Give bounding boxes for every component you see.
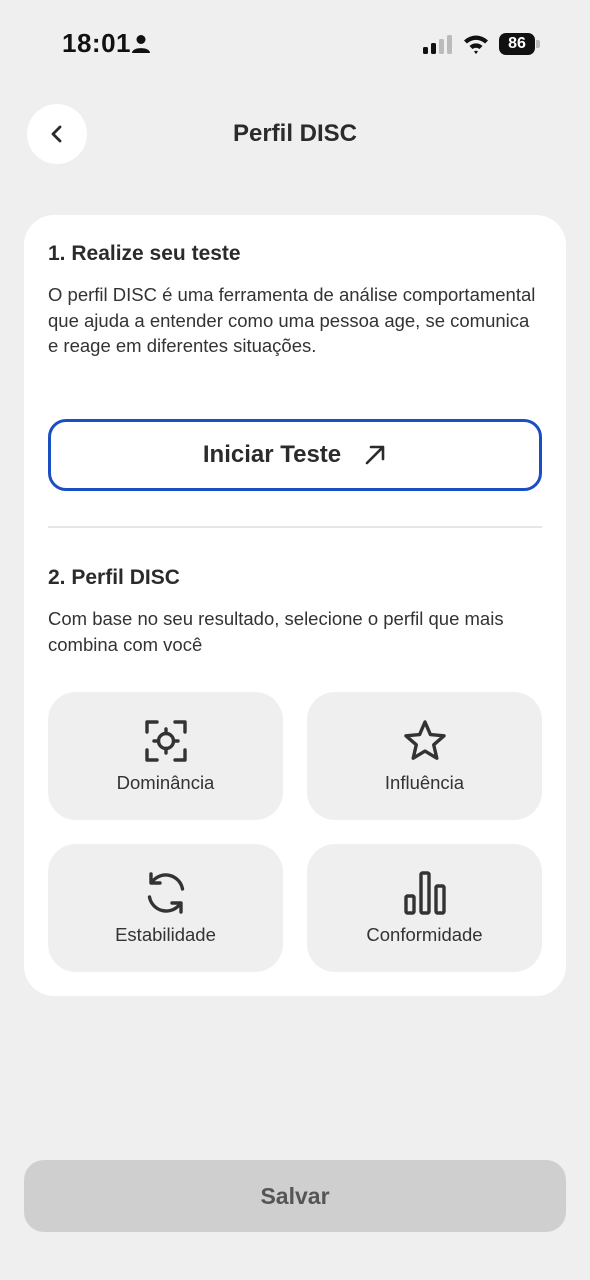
- cellular-signal-icon: [423, 35, 452, 54]
- save-button[interactable]: Salvar: [24, 1160, 566, 1232]
- person-icon: [132, 35, 150, 53]
- page-title: Perfil DISC: [232, 120, 358, 147]
- status-bar: 18:01 86: [0, 0, 590, 90]
- profile-option-label: Influência: [384, 772, 465, 793]
- section-1-title: 1. Realize seu teste: [48, 242, 241, 265]
- profile-option-label: Dominância: [116, 772, 215, 793]
- profile-option-influencia[interactable]: Influência: [307, 692, 542, 820]
- save-button-label: Salvar: [260, 1182, 330, 1209]
- star-icon: [403, 720, 446, 760]
- divider: [48, 526, 542, 528]
- start-test-button[interactable]: Iniciar Teste: [48, 419, 542, 491]
- profile-option-estabilidade[interactable]: Estabilidade: [48, 844, 283, 972]
- refresh-icon: [147, 872, 184, 914]
- section-2-description: Com base no seu resultado, selecione o p…: [48, 608, 504, 655]
- section-1-description: O perfil DISC é uma ferramenta de anális…: [48, 284, 536, 356]
- section-2-title: 2. Perfil DISC: [48, 566, 180, 589]
- profile-option-label: Estabilidade: [115, 924, 216, 945]
- battery-level: 86: [499, 33, 535, 55]
- bar-chart-icon: [403, 871, 446, 915]
- disc-card: 1. Realize seu teste O perfil DISC é uma…: [24, 215, 566, 996]
- profile-option-label: Conformidade: [366, 924, 483, 945]
- profile-option-dominancia[interactable]: Dominância: [48, 692, 283, 820]
- wifi-icon: [464, 35, 488, 54]
- battery-icon: 86: [499, 33, 541, 55]
- status-time: 18:01: [62, 28, 131, 58]
- profile-option-conformidade[interactable]: Conformidade: [307, 844, 542, 972]
- start-test-label: Iniciar Teste: [202, 441, 342, 468]
- focus-target-icon: [144, 720, 187, 762]
- arrow-up-right-icon: [365, 445, 385, 465]
